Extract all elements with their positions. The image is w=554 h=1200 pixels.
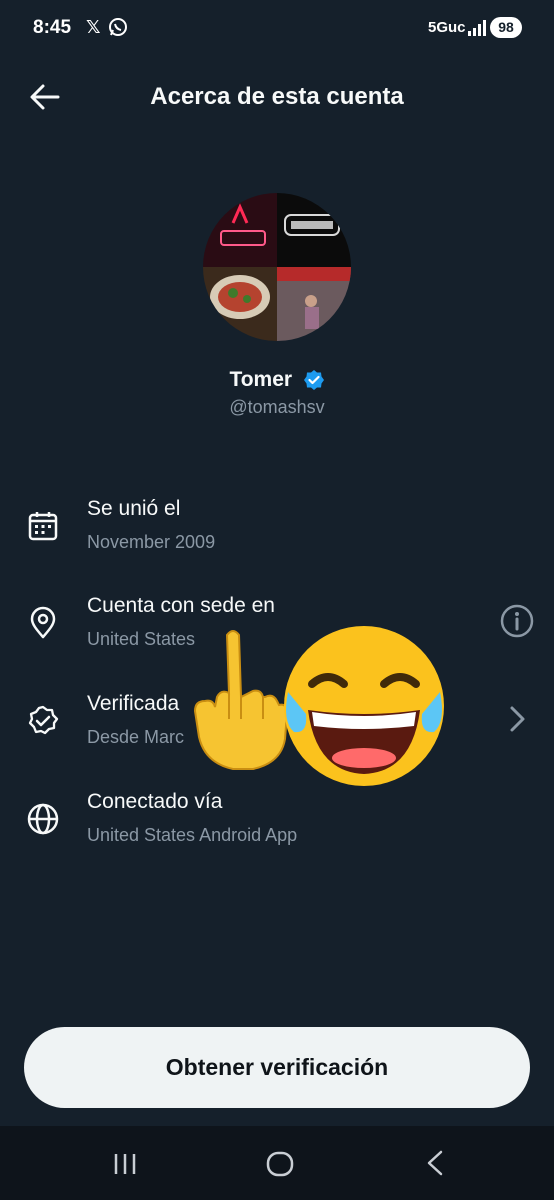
row-title: Verificada [87, 692, 180, 715]
avatar-tile [203, 193, 277, 267]
avatar-tile [277, 193, 351, 267]
location-pin-icon [30, 606, 56, 639]
profile-name: Tomer [229, 368, 293, 391]
avatar-tile [203, 267, 277, 341]
get-verified-button[interactable]: Obtener verificación [24, 1027, 530, 1108]
row-subtitle: Desde Marc [87, 727, 185, 747]
verified-badge-icon [303, 370, 324, 390]
signal-icon [468, 20, 486, 36]
back-icon[interactable] [422, 1148, 448, 1178]
whatsapp-icon [109, 18, 127, 36]
middle-finger-emoji [193, 630, 289, 770]
profile-name-row: Tomer [0, 368, 554, 392]
row-subtitle: United States Android App [87, 825, 298, 845]
verified-check-icon [28, 705, 59, 735]
row-title: Cuenta con sede en [87, 594, 275, 617]
info-row-connected: Conectado vía United States Android App [0, 790, 554, 880]
chevron-right-icon[interactable] [498, 700, 536, 738]
page-title: Acerca de esta cuenta [150, 83, 404, 110]
tears-of-joy-emoji [284, 626, 444, 786]
profile-handle: @tomashsv [229, 397, 325, 417]
x-app-icon: 𝕏 [86, 17, 101, 37]
row-title: Conectado vía [87, 790, 223, 813]
network-indicator: 5Guc [428, 19, 466, 36]
avatar[interactable] [203, 193, 351, 341]
row-subtitle: United States [87, 629, 196, 649]
globe-icon [27, 803, 59, 835]
battery-indicator: 98 [490, 17, 522, 38]
top-app-bar: Acerca de esta cuenta [0, 56, 554, 136]
avatar-tile [277, 267, 351, 341]
status-time: 8:45 [33, 17, 72, 38]
row-subtitle: November 2009 [87, 532, 216, 552]
calendar-icon [28, 512, 58, 541]
row-title: Se unió el [87, 497, 181, 520]
system-nav-bar [0, 1126, 554, 1200]
recent-apps-icon[interactable] [110, 1150, 140, 1178]
info-icon[interactable] [498, 602, 536, 640]
info-row-joined: Se unió el November 2009 [0, 497, 554, 587]
home-icon[interactable] [264, 1148, 296, 1180]
status-bar: 8:45 𝕏 5Guc 98 [0, 0, 554, 56]
